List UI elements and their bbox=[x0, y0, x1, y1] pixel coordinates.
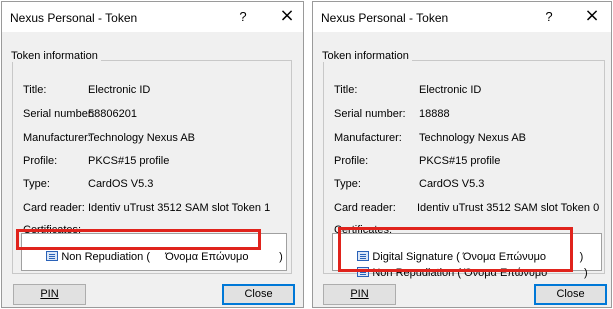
pin-button[interactable]: PIN bbox=[323, 284, 396, 305]
help-button[interactable]: ? bbox=[541, 9, 557, 24]
certificate-label: Non Repudiation ( Όνομα Επώνυμο ) bbox=[61, 251, 283, 263]
group-label: Token information bbox=[319, 50, 412, 62]
pin-button[interactable]: PIN bbox=[13, 284, 86, 305]
serial-number-label: Serial number: bbox=[334, 108, 406, 120]
title-bar: Nexus Personal - Token ? × bbox=[2, 2, 303, 32]
highlight-box bbox=[338, 227, 573, 272]
window-title: Nexus Personal - Token bbox=[321, 11, 449, 25]
type-label: Type: bbox=[334, 178, 361, 190]
profile-value: PKCS#15 profile bbox=[419, 155, 501, 167]
type-value: CardOS V5.3 bbox=[419, 178, 485, 190]
title-value: Electronic ID bbox=[419, 84, 482, 96]
title-label: Title: bbox=[334, 84, 358, 96]
highlight-box bbox=[16, 229, 261, 250]
card-reader-value: Identiv uTrust 3512 SAM slot Token 0 bbox=[417, 202, 600, 214]
manufacturer-label: Manufacturer: bbox=[23, 132, 91, 144]
pin-button-label: PIN bbox=[40, 288, 59, 300]
card-reader-label: Card reader: bbox=[23, 202, 85, 214]
certificate-icon bbox=[46, 251, 59, 261]
card-reader-label: Card reader: bbox=[334, 202, 396, 214]
title-label: Title: bbox=[23, 84, 47, 96]
close-window-icon[interactable]: × bbox=[583, 5, 601, 26]
manufacturer-value: Technology Nexus AB bbox=[419, 132, 527, 144]
serial-number-value: 58806201 bbox=[88, 108, 137, 120]
token-dialog-left: Nexus Personal - Token ? × Token informa… bbox=[1, 1, 304, 308]
profile-label: Profile: bbox=[23, 155, 58, 167]
type-label: Type: bbox=[23, 178, 50, 190]
pin-button-label: PIN bbox=[350, 288, 369, 300]
profile-value: PKCS#15 profile bbox=[88, 155, 170, 167]
serial-number-value: 18888 bbox=[419, 108, 450, 120]
token-dialog-right: Nexus Personal - Token ? × Token informa… bbox=[312, 1, 612, 308]
title-value: Electronic ID bbox=[88, 84, 151, 96]
manufacturer-value: Technology Nexus AB bbox=[88, 132, 196, 144]
close-button[interactable]: Close bbox=[534, 284, 607, 305]
profile-label: Profile: bbox=[334, 155, 369, 167]
title-bar: Nexus Personal - Token ? × bbox=[313, 2, 611, 32]
group-label: Token information bbox=[8, 50, 101, 62]
close-window-icon[interactable]: × bbox=[278, 5, 296, 26]
type-value: CardOS V5.3 bbox=[88, 178, 154, 190]
serial-number-label: Serial number: bbox=[23, 108, 95, 120]
manufacturer-label: Manufacturer: bbox=[334, 132, 402, 144]
window-title: Nexus Personal - Token bbox=[10, 11, 138, 25]
close-button[interactable]: Close bbox=[222, 284, 295, 305]
help-button[interactable]: ? bbox=[235, 9, 251, 24]
card-reader-value: Identiv uTrust 3512 SAM slot Token 1 bbox=[88, 202, 271, 214]
